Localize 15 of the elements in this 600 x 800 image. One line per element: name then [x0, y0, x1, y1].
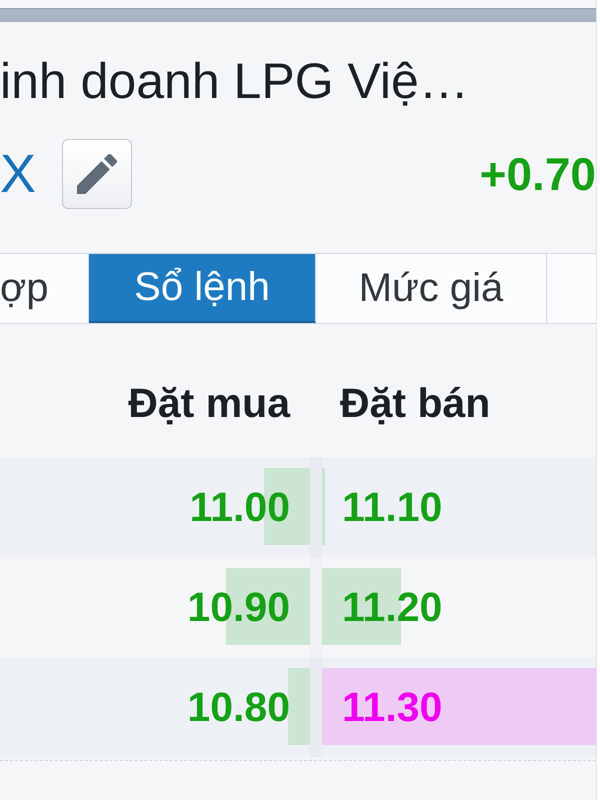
- price-change: +0.70: [480, 147, 596, 202]
- bid-price: 11.00: [190, 483, 290, 532]
- exchange-label: X: [0, 144, 36, 204]
- ask-price: 11.10: [342, 483, 442, 532]
- pencil-icon: [77, 154, 118, 194]
- bid-price: 10.90: [187, 583, 290, 632]
- bid-price: 10.80: [187, 683, 290, 732]
- edit-button[interactable]: [62, 139, 132, 209]
- column-header: Đặt bán: [340, 380, 490, 426]
- tab[interactable]: Mức giá: [316, 254, 547, 323]
- tab[interactable]: Sổ lệnh: [89, 254, 316, 323]
- ask-price: 11.30: [342, 683, 442, 732]
- stock-name: inh doanh LPG Việ…: [0, 52, 470, 110]
- column-header: Đặt mua: [127, 380, 290, 426]
- ask-price: 11.20: [342, 583, 442, 632]
